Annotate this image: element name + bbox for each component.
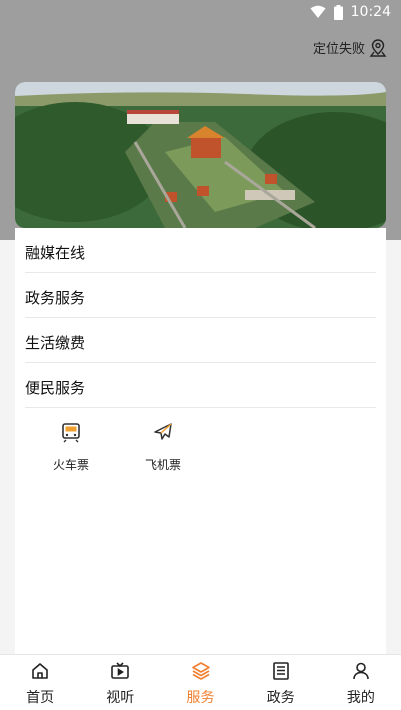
newspaper-icon — [271, 661, 291, 683]
service-label: 飞机票 — [144, 458, 181, 472]
tab-mine[interactable]: 我的 — [321, 655, 401, 710]
section-title: 政务服务 — [25, 288, 86, 307]
tab-government[interactable]: 政务 — [241, 655, 321, 710]
content-card: 融媒在线 政务服务 生活缴费 便民服务 火车票 飞机票 — [15, 228, 386, 654]
service-label: 火车票 — [52, 458, 89, 472]
status-bar: 10:24 — [0, 0, 401, 24]
tab-label: 服务 — [186, 690, 215, 706]
location-label: 定位失败 — [312, 42, 365, 57]
convenience-services-grid: 火车票 飞机票 — [15, 408, 386, 473]
section-title: 便民服务 — [25, 378, 86, 397]
train-icon — [59, 420, 83, 444]
tab-label: 首页 — [26, 690, 55, 706]
location-button[interactable]: 定位失败 — [313, 38, 387, 57]
tab-home[interactable]: 首页 — [0, 655, 80, 710]
service-plane-ticket[interactable]: 飞机票 — [117, 420, 209, 473]
tab-label: 我的 — [346, 690, 375, 706]
section-title: 融媒在线 — [25, 243, 86, 262]
banner-image[interactable] — [15, 82, 386, 228]
layers-icon — [191, 661, 211, 683]
section-government-services[interactable]: 政务服务 — [25, 273, 376, 318]
tab-audio-visual[interactable]: 视听 — [80, 655, 160, 710]
battery-icon — [333, 4, 343, 20]
home-icon — [30, 661, 50, 683]
user-icon — [351, 661, 371, 683]
section-media-online[interactable]: 融媒在线 — [25, 228, 376, 273]
location-pin-icon — [369, 38, 387, 57]
section-life-payment[interactable]: 生活缴费 — [25, 318, 376, 363]
wifi-icon — [310, 5, 326, 19]
service-train-ticket[interactable]: 火车票 — [25, 420, 117, 473]
tab-label: 政务 — [266, 690, 295, 706]
airplane-icon — [151, 420, 175, 444]
tv-play-icon — [110, 661, 130, 683]
tab-label: 视听 — [106, 690, 135, 706]
status-time: 10:24 — [350, 4, 391, 20]
tab-services[interactable]: 服务 — [160, 655, 240, 710]
section-convenience-services[interactable]: 便民服务 — [25, 363, 376, 408]
section-title: 生活缴费 — [25, 333, 86, 352]
bottom-tab-bar: 首页 视听 服务 政务 我的 — [0, 654, 401, 710]
